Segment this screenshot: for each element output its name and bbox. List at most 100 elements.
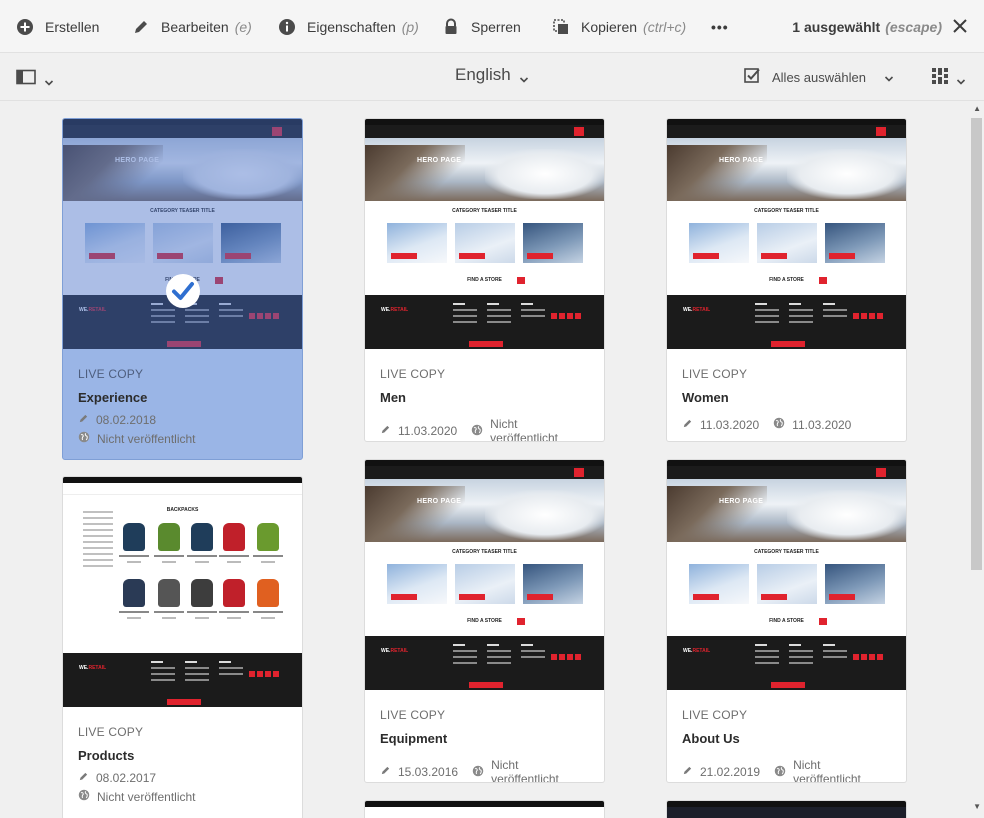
properties-button[interactable]: Eigenschaften (p) xyxy=(278,0,419,53)
globe-icon xyxy=(78,431,97,446)
page-card[interactable]: BACKPACKS WE.RETAIL LIVE COPY Products 0… xyxy=(62,476,303,818)
thumb-hero-title: HERO PAGE xyxy=(115,157,160,164)
plus-circle-icon xyxy=(16,18,34,36)
page-thumbnail[interactable]: HERO PAGE CATEGORY TEASER TITLE FIND A S… xyxy=(63,119,302,349)
select-all-label: Alles auswählen xyxy=(772,69,866,85)
chevron-down-icon xyxy=(884,72,894,82)
selection-info: 1 ausgewählt (escape) xyxy=(792,0,942,53)
thumb-category-title: CATEGORY TEASER TITLE xyxy=(452,208,517,214)
card-title: Products xyxy=(78,748,135,763)
card-title: About Us xyxy=(682,731,740,746)
more-icon: ••• xyxy=(711,18,729,35)
card-meta: LIVE COPY Men 11.03.2020 Nicht veröffent… xyxy=(365,349,604,442)
lock-button[interactable]: Sperren xyxy=(442,0,521,53)
card-publish-status: Nicht veröffentlicht xyxy=(491,758,559,783)
thumb-hero-title: HERO PAGE xyxy=(719,157,764,164)
page-thumbnail[interactable]: HERO PAGE CATEGORY TEASER TITLE FIND A S… xyxy=(365,460,604,690)
copy-icon xyxy=(552,18,570,36)
thumb-category-title: CATEGORY TEASER TITLE xyxy=(150,208,215,214)
thumb-find-store: FIND A STORE xyxy=(769,618,804,624)
card-publish-status: 11.03.2020 xyxy=(792,417,852,432)
pencil-icon xyxy=(380,424,398,438)
globe-icon xyxy=(774,765,793,780)
selection-shortcut: (escape) xyxy=(885,18,942,35)
sub-toolbar: English Alles auswählen xyxy=(0,53,984,101)
lock-label: Sperren xyxy=(471,18,521,35)
globe-icon xyxy=(78,789,97,804)
page-thumbnail[interactable]: HERO PAGE CATEGORY TEASER TITLE FIND A S… xyxy=(667,460,906,690)
rail-toggle-icon xyxy=(16,69,36,90)
card-modified-date: 21.02.2019 xyxy=(700,765,761,779)
pencil-icon xyxy=(380,765,398,779)
info-icon xyxy=(278,18,296,36)
copy-label: Kopieren xyxy=(581,18,638,35)
thumb-category-title: CATEGORY TEASER TITLE xyxy=(452,549,517,555)
chevron-down-icon xyxy=(519,70,529,83)
globe-icon xyxy=(472,765,491,780)
card-modified-date: 08.02.2017 xyxy=(96,771,157,785)
card-kind: LIVE COPY xyxy=(380,708,446,722)
card-kind: LIVE COPY xyxy=(78,367,144,381)
card-title: Equipment xyxy=(380,731,448,746)
card-modified-date: 15.03.2016 xyxy=(398,765,459,779)
scrollbar-thumb[interactable] xyxy=(971,118,982,570)
card-meta: LIVE COPY Equipment 15.03.2016 Nicht ver… xyxy=(365,690,604,783)
card-title: Experience xyxy=(78,390,148,405)
copy-button[interactable]: Kopieren (ctrl+c) xyxy=(552,0,686,53)
properties-shortcut: (p) xyxy=(401,18,419,35)
more-actions-button[interactable]: ••• xyxy=(711,0,729,53)
page-card[interactable]: HERO PAGE CATEGORY TEASER TITLE FIND A S… xyxy=(364,459,605,783)
pencil-icon xyxy=(682,765,700,779)
card-meta: LIVE COPY Women 11.03.2020 11.03.2020 xyxy=(667,349,906,432)
language-label: English xyxy=(455,65,511,84)
select-all-button[interactable]: Alles auswählen xyxy=(744,67,894,87)
checkmark-circle-icon[interactable] xyxy=(165,273,201,309)
globe-icon xyxy=(773,417,792,432)
edit-shortcut: (e) xyxy=(234,18,252,35)
thumb-hero-title: HERO PAGE xyxy=(417,498,462,505)
page-card[interactable] xyxy=(364,800,605,818)
card-title: Women xyxy=(682,390,729,405)
page-thumbnail[interactable]: HERO PAGE CATEGORY TEASER TITLE FIND A S… xyxy=(365,119,604,349)
card-title: Men xyxy=(380,390,406,405)
selection-count: 1 ausgewählt xyxy=(792,18,881,35)
pencil-icon xyxy=(78,413,96,427)
card-publish-status: Nicht veröffentlicht xyxy=(490,417,558,442)
language-selector[interactable]: English xyxy=(455,65,529,85)
page-thumbnail[interactable]: BACKPACKS WE.RETAIL xyxy=(63,477,302,707)
properties-label: Eigenschaften xyxy=(307,18,396,35)
page-card[interactable]: HERO PAGE CATEGORY TEASER TITLE FIND A S… xyxy=(62,118,303,460)
thumb-hero-title: HERO PAGE xyxy=(417,157,462,164)
chevron-down-icon xyxy=(956,74,966,85)
pencil-icon xyxy=(132,18,150,36)
close-icon[interactable] xyxy=(952,18,968,34)
create-button[interactable]: Erstellen xyxy=(16,0,99,53)
card-meta: LIVE COPY Experience 08.02.2018 Nicht ve… xyxy=(63,349,302,446)
rail-toggle-button[interactable] xyxy=(16,69,54,90)
card-meta: LIVE COPY Products 08.02.2017 Nicht verö… xyxy=(63,707,302,804)
card-publish-status: Nicht veröffentlicht xyxy=(97,789,196,804)
page-card[interactable]: HERO PAGE CATEGORY TEASER TITLE FIND A S… xyxy=(666,459,907,783)
scroll-down-arrow[interactable]: ▼ xyxy=(973,802,981,811)
page-thumbnail[interactable]: HERO PAGE CATEGORY TEASER TITLE FIND A S… xyxy=(667,119,906,349)
card-kind: LIVE COPY xyxy=(380,367,446,381)
create-label: Erstellen xyxy=(45,18,100,35)
edit-label: Bearbeiten xyxy=(161,18,229,35)
page-card[interactable]: HERO PAGE CATEGORY TEASER TITLE FIND A S… xyxy=(666,118,907,442)
thumb-category-title: CATEGORY TEASER TITLE xyxy=(754,549,819,555)
globe-icon xyxy=(471,424,490,439)
view-switcher-icon xyxy=(932,68,948,89)
thumb-find-store: FIND A STORE xyxy=(467,277,502,283)
card-modified-date: 11.03.2020 xyxy=(700,417,760,432)
page-card[interactable] xyxy=(666,800,907,818)
card-meta: LIVE COPY About Us 21.02.2019 Nicht verö… xyxy=(667,690,906,782)
pencil-icon xyxy=(78,771,96,785)
scroll-up-arrow[interactable]: ▲ xyxy=(973,104,981,113)
copy-shortcut: (ctrl+c) xyxy=(643,18,687,35)
thumb-hero-title: HERO PAGE xyxy=(719,498,764,505)
page-card[interactable]: HERO PAGE CATEGORY TEASER TITLE FIND A S… xyxy=(364,118,605,442)
view-switcher-button[interactable] xyxy=(932,68,966,89)
lock-icon xyxy=(442,18,460,36)
chevron-down-icon xyxy=(44,75,54,86)
edit-button[interactable]: Bearbeiten (e) xyxy=(132,0,252,53)
